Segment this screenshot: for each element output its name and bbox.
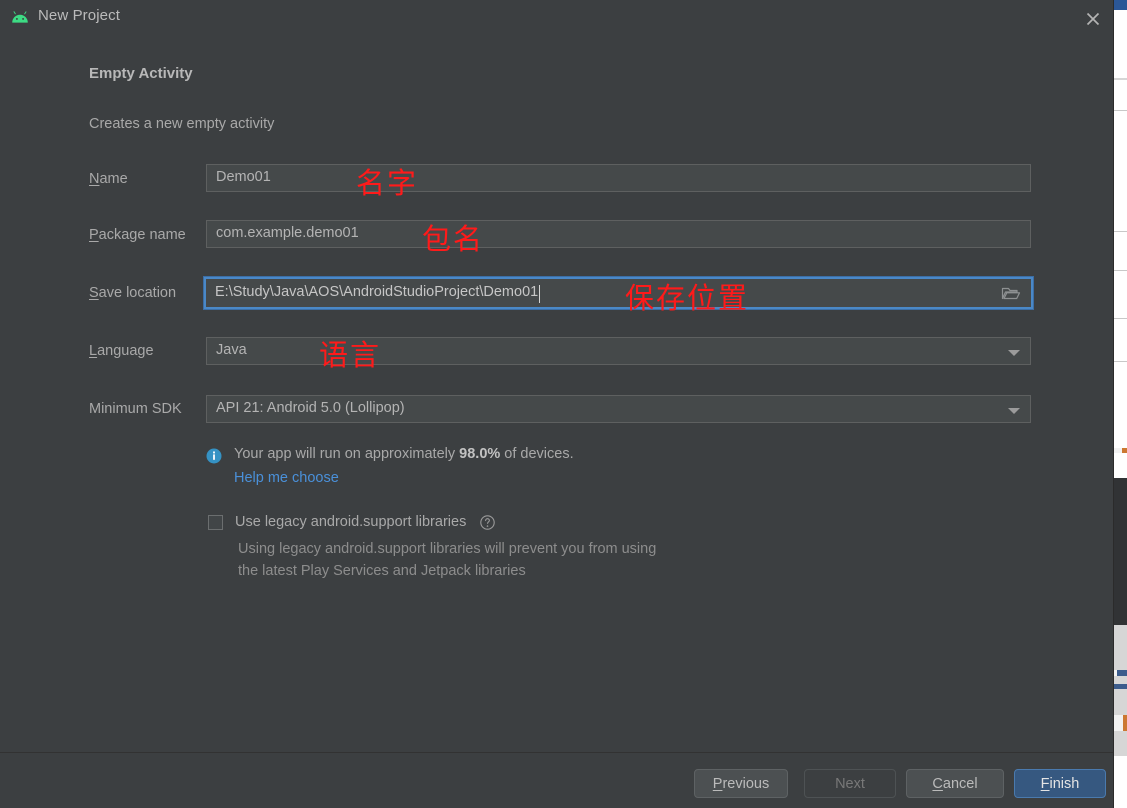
bg-segment xyxy=(1113,10,1127,78)
page-subtitle: Creates a new empty activity xyxy=(89,116,275,132)
close-icon[interactable] xyxy=(1080,7,1106,31)
save-location-label-mnemonic: S xyxy=(89,285,99,301)
new-project-dialog: New Project Empty Activity Creates a new… xyxy=(0,0,1113,808)
bg-segment xyxy=(1113,689,1127,715)
minimum-sdk-label: Minimum SDK xyxy=(89,401,182,417)
bg-segment xyxy=(1123,715,1127,731)
footer-separator xyxy=(0,752,1113,753)
finish-button[interactable]: Finish xyxy=(1014,769,1106,798)
finish-button-label: inish xyxy=(1049,775,1080,792)
help-me-choose-link[interactable]: Help me choose xyxy=(234,470,339,486)
language-select[interactable]: Java xyxy=(206,337,1031,365)
minimum-sdk-select[interactable]: API 21: Android 5.0 (Lollipop) xyxy=(206,395,1031,423)
next-button: Next xyxy=(804,769,896,798)
previous-button[interactable]: Previous xyxy=(694,769,788,798)
package-name-label-mnemonic: P xyxy=(89,227,99,243)
save-location-input[interactable]: E:\Study\Java\AOS\AndroidStudioProject\D… xyxy=(204,277,1033,309)
android-logo-icon xyxy=(10,10,30,26)
info-icon xyxy=(206,448,222,464)
bg-segment xyxy=(1113,478,1127,625)
info-text-before: Your app will run on approximately xyxy=(234,446,460,462)
package-name-input-value: com.example.demo01 xyxy=(216,225,359,241)
bg-segment xyxy=(1113,625,1127,670)
chevron-down-icon[interactable] xyxy=(1008,350,1020,356)
bg-segment xyxy=(1113,756,1127,808)
name-label-text: ame xyxy=(99,171,128,187)
dialog-titlebar: New Project xyxy=(0,0,1113,36)
name-label-mnemonic: N xyxy=(89,171,100,187)
bg-segment xyxy=(1113,676,1127,684)
legacy-description-line-2: the latest Play Services and Jetpack lib… xyxy=(238,563,526,579)
device-coverage-info: Your app will run on approximately 98.0%… xyxy=(206,446,574,464)
cancel-button-label: ancel xyxy=(942,775,978,792)
name-input[interactable]: Demo01 xyxy=(206,164,1031,192)
bg-segment xyxy=(1113,453,1127,478)
package-name-input[interactable]: com.example.demo01 xyxy=(206,220,1031,248)
bg-segment xyxy=(1113,232,1127,270)
bg-segment xyxy=(1113,271,1127,318)
device-coverage-text: Your app will run on approximately 98.0%… xyxy=(234,446,574,462)
save-location-label-text: ave location xyxy=(98,285,177,301)
minimum-sdk-select-value: API 21: Android 5.0 (Lollipop) xyxy=(216,400,405,416)
name-input-value: Demo01 xyxy=(216,169,271,185)
name-label: Name xyxy=(89,171,128,187)
question-mark-icon[interactable] xyxy=(480,514,496,530)
previous-button-label: revious xyxy=(722,775,770,792)
save-location-input-value: E:\Study\Java\AOS\AndroidStudioProject\D… xyxy=(215,284,539,300)
dialog-title: New Project xyxy=(38,7,120,24)
language-label: Language xyxy=(89,343,154,359)
legacy-libraries-checkbox[interactable] xyxy=(208,514,223,530)
save-location-label: Save location xyxy=(89,285,176,301)
page-title: Empty Activity xyxy=(89,65,193,82)
bg-segment xyxy=(1113,362,1127,448)
finish-button-mnemonic: F xyxy=(1040,775,1050,792)
bg-segment xyxy=(1113,731,1127,756)
legacy-libraries-label: Use legacy android.support libraries xyxy=(235,514,467,530)
language-label-text: anguage xyxy=(97,343,154,359)
info-percent: 98.0% xyxy=(459,446,501,462)
text-caret xyxy=(539,285,540,303)
legacy-libraries-row[interactable]: Use legacy android.support libraries xyxy=(208,514,496,530)
next-button-label: Next xyxy=(835,775,865,792)
bg-segment xyxy=(1113,80,1127,110)
language-select-value: Java xyxy=(216,342,247,358)
cancel-button[interactable]: Cancel xyxy=(906,769,1004,798)
info-text-after: of devices. xyxy=(500,446,574,462)
previous-button-mnemonic: P xyxy=(712,775,723,792)
bg-segment xyxy=(1113,0,1127,10)
folder-icon[interactable] xyxy=(1001,285,1021,301)
bg-segment xyxy=(1113,111,1127,231)
cancel-button-mnemonic: C xyxy=(932,775,943,792)
package-name-label: Package name xyxy=(89,227,186,243)
chevron-down-icon[interactable] xyxy=(1008,408,1020,414)
bg-segment xyxy=(1113,319,1127,361)
legacy-description-line-1: Using legacy android.support libraries w… xyxy=(238,541,657,557)
package-name-label-text: ackage name xyxy=(98,227,186,243)
language-label-mnemonic: L xyxy=(89,343,98,359)
